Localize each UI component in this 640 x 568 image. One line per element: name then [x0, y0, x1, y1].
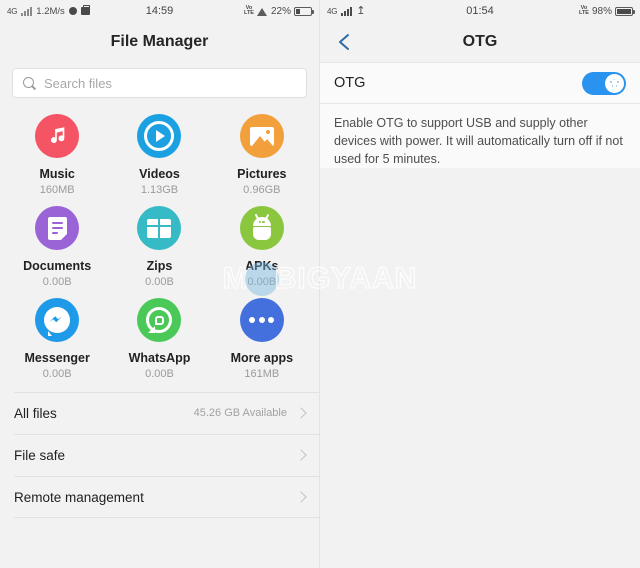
category-label: More apps	[230, 351, 294, 365]
network-type-label: 4G	[327, 6, 338, 16]
chevron-right-icon	[295, 449, 307, 461]
category-size: 0.00B	[145, 276, 174, 288]
signal-bars-icon	[341, 6, 353, 16]
category-label: Pictures	[237, 167, 287, 181]
music-icon	[35, 114, 80, 158]
dual-screenshot: 4G 1.2M/s 14:59 VoLTE 22% File Manager	[0, 0, 640, 568]
otg-card: OTG Enable OTG to support USB and supply…	[320, 62, 640, 169]
android-icon	[239, 206, 284, 250]
volte-icon: Vo LTE	[579, 5, 589, 16]
category-label: WhatsApp	[128, 351, 191, 365]
back-chevron-icon[interactable]	[334, 31, 356, 53]
status-left-group: 4G ↥	[327, 4, 366, 17]
category-size: 0.00B	[42, 276, 72, 288]
category-label: Zips	[146, 259, 173, 273]
chevron-right-icon	[295, 491, 307, 503]
category-zips[interactable]: Zips 0.00B	[108, 206, 210, 288]
otg-description: Enable OTG to support USB and supply oth…	[334, 116, 623, 167]
network-type-label: 4G	[7, 6, 18, 16]
zip-icon	[137, 206, 182, 250]
wifi-icon	[256, 7, 268, 16]
battery-percent-label: 22%	[270, 5, 291, 17]
category-size: 160MB	[39, 184, 75, 196]
status-bar-left: 4G 1.2M/s 14:59 Vo LTE 22%	[0, 0, 319, 22]
document-icon	[35, 206, 80, 250]
sync-dot-icon	[68, 7, 77, 15]
signal-bars-icon	[21, 6, 33, 16]
app-category-grid: Music 160MB Videos 1.13GB Pictures 0.96G…	[0, 108, 319, 388]
otg-label: OTG	[334, 75, 366, 91]
page-title: OTG	[462, 33, 498, 50]
storage-list: All files 45.26 GB Available File safe R…	[0, 392, 319, 518]
status-right-group: Vo LTE 98%	[579, 5, 635, 17]
otg-settings-screen: 4G ↥ 01:54 Vo LTE 98% OTG OTG Enable OTG…	[320, 0, 640, 568]
search-input[interactable]	[44, 75, 296, 91]
search-section	[0, 62, 319, 108]
chevron-right-icon	[295, 407, 307, 419]
category-label: Documents	[23, 259, 92, 273]
list-item-remote-management[interactable]: Remote management	[0, 476, 319, 518]
list-item-value: 45.26 GB Available	[193, 407, 287, 419]
battery-icon	[615, 6, 635, 16]
category-size: 0.96GB	[243, 184, 281, 196]
category-size: 0.00B	[145, 368, 174, 380]
category-videos[interactable]: Videos 1.13GB	[108, 114, 210, 196]
list-item-file-safe[interactable]: File safe	[0, 434, 319, 476]
volte-icon: Vo LTE	[244, 5, 254, 16]
otg-toggle-switch[interactable]	[582, 71, 626, 95]
category-apks[interactable]: APKs 0.00B	[211, 206, 313, 288]
upload-arrow-icon: ↥	[356, 4, 366, 17]
search-icon	[23, 76, 36, 90]
network-speed-label: 1.2M/s	[36, 5, 65, 17]
category-label: Videos	[139, 167, 180, 181]
category-label: Music	[39, 167, 75, 181]
otg-toggle-row[interactable]: OTG	[320, 62, 640, 104]
status-left-group: 4G 1.2M/s	[7, 5, 90, 17]
category-whatsapp[interactable]: WhatsApp 0.00B	[108, 298, 210, 380]
list-item-label: Remote management	[14, 489, 144, 505]
list-item-label: All files	[14, 405, 57, 421]
category-label: Messenger	[24, 351, 90, 365]
category-documents[interactable]: Documents 0.00B	[6, 206, 108, 288]
category-size: 0.00B	[42, 368, 72, 380]
knob-dots-icon	[610, 78, 619, 88]
category-size: 1.13GB	[140, 184, 179, 196]
picture-icon	[239, 114, 284, 158]
category-size: 0.00B	[247, 276, 277, 288]
file-manager-screen: 4G 1.2M/s 14:59 VoLTE 22% File Manager	[0, 0, 320, 568]
more-apps-icon	[239, 298, 284, 342]
category-pictures[interactable]: Pictures 0.96GB	[211, 114, 313, 196]
category-messenger[interactable]: Messenger 0.00B	[6, 298, 108, 380]
category-music[interactable]: Music 160MB	[6, 114, 108, 196]
battery-icon	[294, 6, 314, 16]
status-right-group: Vo LTE 22%	[244, 5, 314, 17]
page-title: File Manager	[110, 33, 209, 50]
list-item-label: File safe	[14, 447, 66, 463]
messenger-icon	[35, 298, 80, 342]
whatsapp-icon	[137, 298, 182, 342]
status-bar-right: 4G ↥ 01:54 Vo LTE 98%	[320, 0, 640, 22]
category-label: APKs	[245, 259, 279, 273]
list-item-all-files[interactable]: All files 45.26 GB Available	[0, 392, 319, 434]
title-bar-left: File Manager	[0, 22, 319, 62]
briefcase-icon	[80, 5, 90, 15]
title-bar-right: OTG	[320, 22, 640, 62]
category-more-apps[interactable]: More apps 161MB	[211, 298, 313, 380]
video-play-icon	[137, 114, 182, 158]
search-bar[interactable]	[12, 68, 307, 98]
toggle-knob	[605, 73, 624, 93]
battery-percent-label: 98%	[591, 5, 612, 17]
category-size: 161MB	[244, 368, 280, 380]
